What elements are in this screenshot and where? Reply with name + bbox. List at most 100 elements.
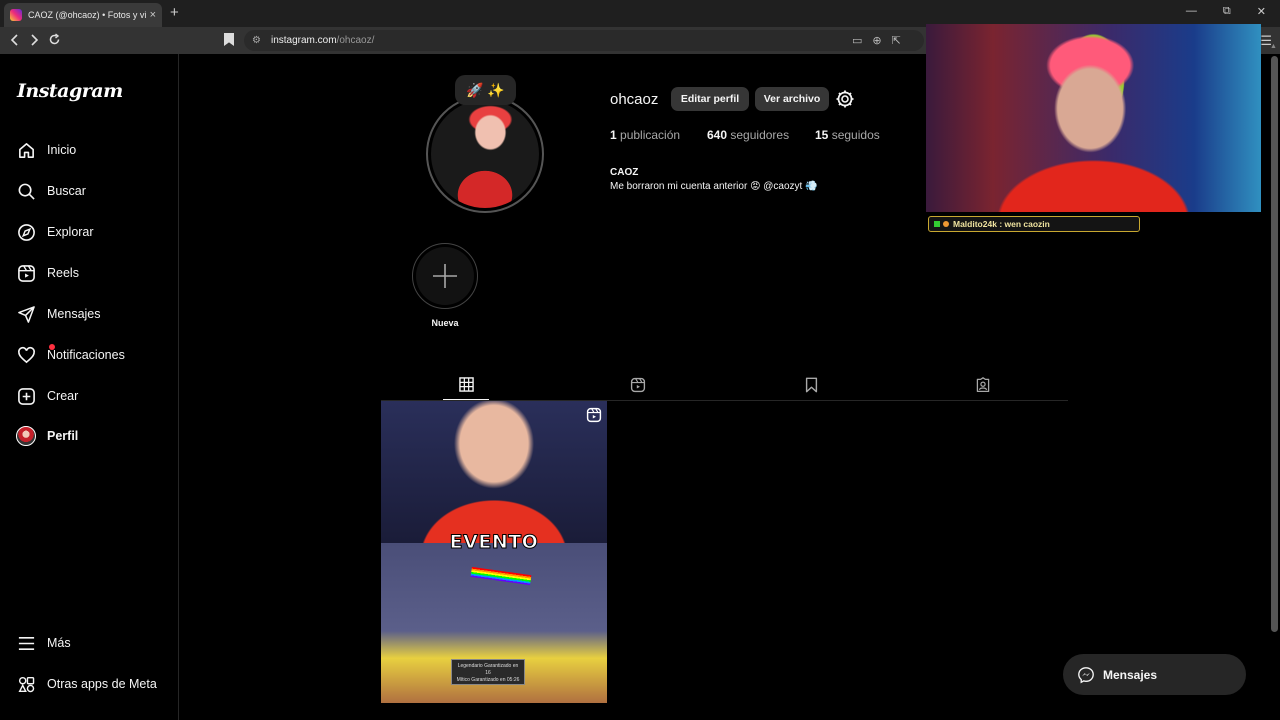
sidebar-item-mas[interactable]: Más <box>16 631 71 655</box>
tagged-user-icon <box>976 377 990 393</box>
highlight-inner <box>416 247 474 305</box>
site-info-icon[interactable]: ⚙ <box>252 35 261 46</box>
instagram-logo[interactable]: Instagram <box>17 80 123 102</box>
highlight-label: Nueva <box>431 318 459 328</box>
tab-title: CAOZ (@ohcaoz) • Fotos y videos <box>28 10 146 20</box>
edit-profile-button[interactable]: Editar perfil <box>671 87 749 111</box>
new-tab-button[interactable]: + <box>170 4 179 21</box>
back-icon[interactable] <box>10 34 20 46</box>
sidebar-item-label: Inicio <box>47 143 77 157</box>
sidebar-item-label: Explorar <box>47 225 94 239</box>
zoom-icon[interactable]: ⊕ <box>872 34 881 47</box>
address-bar-actions: ▭ ⊕ ⇱ <box>852 34 901 47</box>
bookmark-icon <box>805 377 817 393</box>
scroll-up-arrow[interactable]: ▲ <box>1270 43 1277 50</box>
profile-full-name: CAOZ <box>610 167 639 178</box>
send-icon <box>16 304 36 324</box>
url-host: instagram.com <box>270 35 337 46</box>
bookmark-icon[interactable] <box>224 33 234 46</box>
search-icon <box>16 181 36 201</box>
avatar <box>16 426 36 446</box>
following-count: 15 <box>815 128 829 142</box>
followers-count: 640 <box>707 128 728 142</box>
sidebar-item-buscar[interactable]: Buscar <box>16 179 86 203</box>
chat-badge-icon <box>934 221 940 227</box>
sidebar: Instagram Inicio Buscar Explorar Reels M… <box>0 54 179 720</box>
settings-gear-icon[interactable] <box>835 89 855 109</box>
post-thumbnail[interactable]: EVENTO Legendario Garantizado en 16 Míti… <box>381 401 607 703</box>
url-path: /ohcaoz/ <box>336 35 375 46</box>
messenger-icon <box>1078 666 1094 683</box>
sidebar-item-label: Reels <box>47 266 79 280</box>
tab-saved[interactable] <box>788 370 834 400</box>
sidebar-item-label: Perfil <box>47 429 79 443</box>
tab-posts[interactable] <box>443 370 489 400</box>
hamburger-icon <box>16 633 36 653</box>
tab-tagged[interactable] <box>960 370 1006 400</box>
following-stat[interactable]: 15 seguidos <box>815 128 880 142</box>
posts-count: 1 <box>610 128 617 142</box>
sidebar-item-reels[interactable]: Reels <box>16 261 79 285</box>
followers-label: seguidores <box>730 128 790 142</box>
sidebar-item-label: Buscar <box>47 184 86 198</box>
sidebar-item-label: Notificaciones <box>47 348 125 362</box>
view-archive-button[interactable]: Ver archivo <box>755 87 829 111</box>
address-bar[interactable]: ⚙ instagram.com/ohcaoz/ <box>244 30 924 51</box>
chat-badge-icon <box>943 221 949 227</box>
following-label: seguidos <box>831 128 880 142</box>
minimize-button[interactable]: — <box>1186 5 1197 18</box>
compass-icon <box>16 222 36 242</box>
cast-icon[interactable]: ▭ <box>852 34 862 47</box>
followers-stat[interactable]: 640 seguidores <box>707 128 789 142</box>
sidebar-item-crear[interactable]: Crear <box>16 384 78 408</box>
browser-tab-bar: CAOZ (@ohcaoz) • Fotos y videos × + — ⧉ … <box>0 0 1280 27</box>
meta-apps-icon <box>16 674 36 694</box>
restore-button[interactable]: ⧉ <box>1223 5 1231 18</box>
forward-icon[interactable] <box>29 34 39 46</box>
stream-chat-message: Maldito24k : wen caozin <box>928 216 1140 232</box>
sidebar-item-label: Más <box>47 636 71 650</box>
chat-text: : wen caozin <box>999 219 1050 229</box>
profile-picture <box>431 100 539 208</box>
browser-tab[interactable]: CAOZ (@ohcaoz) • Fotos y videos × <box>4 3 162 27</box>
page-scrollbar[interactable] <box>1271 56 1278 632</box>
profile-note[interactable]: 🚀 ✨ <box>455 75 516 105</box>
new-highlight-button[interactable] <box>412 243 478 309</box>
posts-label: publicación <box>620 128 681 142</box>
post-overlay-text: EVENTO <box>449 531 539 554</box>
tab-reels[interactable] <box>615 370 661 400</box>
sidebar-item-inicio[interactable]: Inicio <box>16 138 76 162</box>
sidebar-item-explorar[interactable]: Explorar <box>16 220 94 244</box>
reel-badge-icon <box>586 407 602 423</box>
plus-icon <box>433 264 457 288</box>
home-icon <box>16 140 36 160</box>
instagram-favicon-icon <box>10 9 22 21</box>
posts-stat: 1 publicación <box>610 128 680 142</box>
plus-square-icon <box>16 386 36 406</box>
profile-avatar-ring[interactable] <box>426 95 544 213</box>
reload-icon[interactable] <box>48 33 61 46</box>
profile-bio: Me borraron mi cuenta anterior 😡 @caozyt… <box>610 181 818 192</box>
profile-username: ohcaoz <box>610 91 659 108</box>
sidebar-item-label: Mensajes <box>47 307 101 321</box>
chat-username: Maldito24k <box>953 219 997 229</box>
sidebar-item-mensajes[interactable]: Mensajes <box>16 302 101 326</box>
sidebar-item-notificaciones[interactable]: Notificaciones <box>16 343 125 367</box>
sidebar-item-perfil[interactable]: Perfil <box>16 424 78 448</box>
reels-icon <box>630 377 646 393</box>
sidebar-item-label: Otras apps de Meta <box>47 677 157 691</box>
messages-floating-button[interactable]: Mensajes <box>1063 654 1246 695</box>
profile-avatar <box>16 426 36 446</box>
streamer-webcam-overlay <box>926 24 1261 212</box>
tab-close-icon[interactable]: × <box>150 9 156 21</box>
close-window-button[interactable]: ✕ <box>1257 5 1266 18</box>
grid-icon <box>458 377 474 392</box>
post-image-top <box>381 401 607 543</box>
notification-dot <box>49 344 55 350</box>
share-icon[interactable]: ⇱ <box>892 34 901 47</box>
sidebar-item-meta-apps[interactable]: Otras apps de Meta <box>16 672 157 696</box>
post-sign-text: Legendario Garantizado en 16 Mítico Gara… <box>451 659 525 685</box>
reels-icon <box>16 263 36 283</box>
window-controls: — ⧉ ✕ <box>1186 5 1266 18</box>
sidebar-item-label: Crear <box>47 389 79 403</box>
